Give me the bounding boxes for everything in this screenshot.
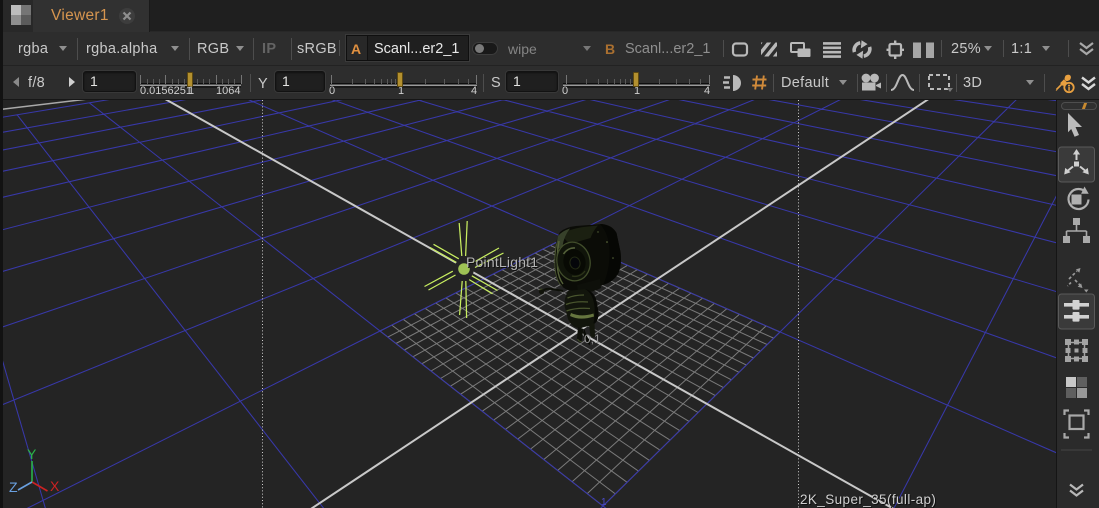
svg-text:Y: Y — [27, 446, 37, 462]
svg-text:0,1: 0,1 — [584, 332, 601, 346]
svg-text:1: 1 — [601, 497, 607, 508]
svg-text:Z: Z — [9, 479, 18, 495]
svg-text:PointLight1: PointLight1 — [466, 254, 538, 270]
svg-text:2K_Super_35(full-ap): 2K_Super_35(full-ap) — [800, 492, 936, 507]
svg-text:X: X — [50, 478, 60, 494]
